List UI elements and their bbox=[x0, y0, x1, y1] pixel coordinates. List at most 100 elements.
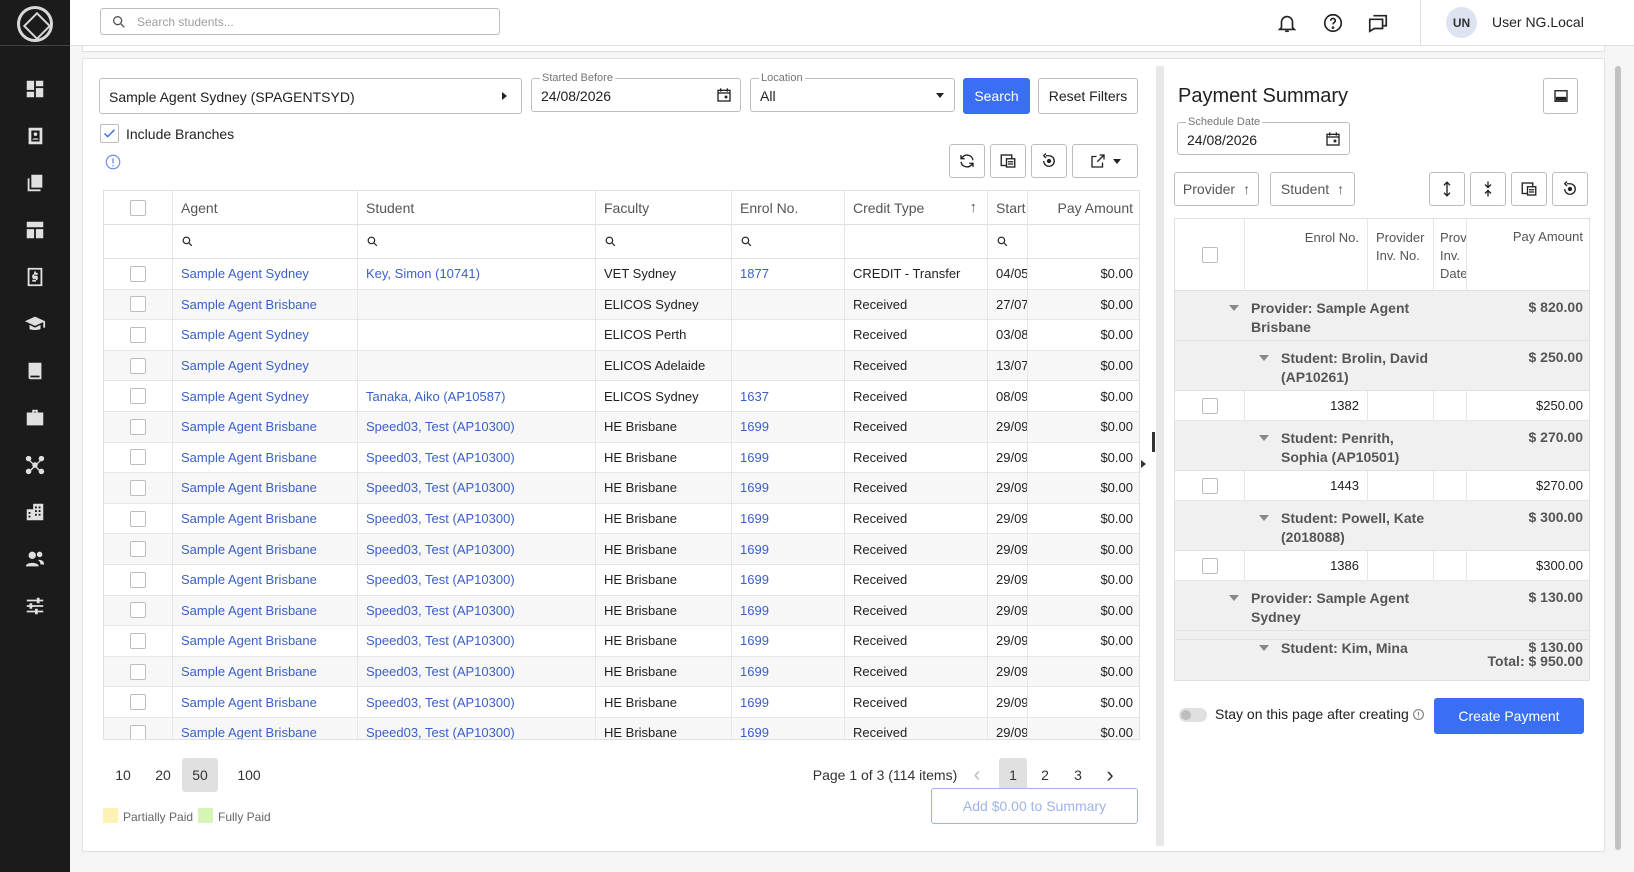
table-row[interactable]: Sample Agent Brisbane Speed03, Test (AP10… bbox=[104, 412, 1139, 443]
cell-enrol-no[interactable] bbox=[732, 350, 845, 381]
dashboard-icon[interactable] bbox=[18, 72, 52, 106]
table-row[interactable]: Sample Agent Brisbane Speed03, Test (AP10… bbox=[104, 656, 1139, 688]
cell-agent[interactable]: Sample Agent Brisbane bbox=[173, 473, 358, 503]
caret-down-icon[interactable] bbox=[1229, 595, 1239, 601]
stay-on-page-toggle[interactable] bbox=[1179, 708, 1207, 722]
network-icon[interactable] bbox=[18, 448, 52, 482]
create-payment-button[interactable]: Create Payment bbox=[1434, 698, 1584, 734]
cell-agent[interactable]: Sample Agent Sydney bbox=[173, 381, 358, 411]
group-chip-provider[interactable]: Provider ↑ bbox=[1174, 172, 1259, 206]
caret-down-icon[interactable] bbox=[1259, 355, 1269, 361]
row-checkbox[interactable] bbox=[130, 663, 146, 680]
col-start[interactable]: Start bbox=[988, 191, 1028, 224]
row-checkbox[interactable] bbox=[130, 602, 146, 619]
student-search[interactable] bbox=[100, 8, 500, 35]
row-checkbox[interactable] bbox=[130, 541, 146, 558]
provider-group-row[interactable]: Provider: Sample Agent Sydney $ 130.00 bbox=[1175, 581, 1589, 631]
row-checkbox[interactable] bbox=[130, 388, 146, 405]
caret-down-icon[interactable] bbox=[1259, 515, 1269, 521]
row-checkbox[interactable] bbox=[130, 632, 146, 649]
filter-student[interactable] bbox=[358, 225, 596, 258]
cell-agent[interactable]: Sample Agent Sydney bbox=[173, 320, 358, 350]
cell-enrol-no[interactable] bbox=[732, 289, 845, 320]
cell-agent[interactable]: Sample Agent Sydney bbox=[173, 350, 358, 381]
page-number[interactable]: 1 bbox=[999, 758, 1027, 792]
table-row[interactable]: Sample Agent Brisbane Speed03, Test (AP10… bbox=[104, 442, 1139, 474]
collapse-all-button[interactable] bbox=[1470, 172, 1506, 206]
summary-reset-layout-button[interactable] bbox=[1552, 172, 1588, 206]
cell-enrol-no[interactable]: 1699 bbox=[732, 412, 845, 442]
student-group-row[interactable]: Student: Brolin, David (AP10261) $ 250.00 bbox=[1175, 341, 1589, 391]
page-size-option[interactable]: 100 bbox=[225, 758, 273, 792]
row-checkbox[interactable] bbox=[130, 571, 146, 588]
username[interactable]: User NG.Local bbox=[1492, 14, 1584, 30]
row-checkbox[interactable] bbox=[130, 296, 146, 313]
prev-page-icon[interactable]: ‹ bbox=[967, 758, 987, 792]
cell-student[interactable]: Speed03, Test (AP10300) bbox=[358, 656, 596, 687]
started-before-field[interactable]: Started Before 24/08/2026 bbox=[531, 72, 741, 112]
bell-icon[interactable] bbox=[1276, 12, 1298, 34]
calendar-icon[interactable] bbox=[716, 87, 732, 103]
include-branches-checkbox[interactable] bbox=[100, 124, 119, 143]
refresh-button[interactable] bbox=[949, 144, 985, 178]
row-checkbox[interactable] bbox=[130, 724, 146, 739]
table-row[interactable]: Sample Agent Brisbane Speed03, Test (AP10… bbox=[104, 473, 1139, 504]
school-icon[interactable] bbox=[18, 307, 52, 341]
page-size-option[interactable]: 20 bbox=[148, 758, 178, 792]
caret-down-icon[interactable] bbox=[1259, 435, 1269, 441]
expand-all-button[interactable] bbox=[1429, 172, 1465, 206]
cell-enrol-no[interactable]: 1699 bbox=[732, 687, 845, 717]
table-row[interactable]: Sample Agent Brisbane Speed03, Test (AP10… bbox=[104, 595, 1139, 627]
info-icon[interactable] bbox=[1412, 708, 1425, 721]
column-chooser-button[interactable] bbox=[990, 144, 1026, 178]
summary-col-pay-amount[interactable]: Pay Amount bbox=[1467, 219, 1589, 290]
expand-right-icon[interactable] bbox=[1141, 460, 1146, 468]
next-page-icon[interactable]: › bbox=[1100, 758, 1120, 792]
filter-enrol-no[interactable] bbox=[732, 225, 845, 258]
col-credit-type[interactable]: Credit Type ↑ bbox=[845, 191, 988, 224]
table-row[interactable]: Sample Agent Sydney ELICOS Adelaide Receiv… bbox=[104, 350, 1139, 382]
student-search-input[interactable] bbox=[137, 14, 477, 29]
cell-enrol-no[interactable]: 1699 bbox=[732, 718, 845, 739]
table-row[interactable]: Sample Agent Sydney Tanaka, Aiko (AP10587… bbox=[104, 381, 1139, 412]
row-checkbox[interactable] bbox=[130, 449, 146, 466]
agent-select[interactable]: Sample Agent Sydney (SPAGENTSYD) bbox=[99, 78, 522, 114]
summary-column-chooser-button[interactable] bbox=[1511, 172, 1547, 206]
cell-student[interactable]: Speed03, Test (AP10300) bbox=[358, 626, 596, 656]
row-checkbox[interactable] bbox=[130, 265, 146, 282]
col-student[interactable]: Student bbox=[358, 191, 596, 224]
row-checkbox[interactable] bbox=[130, 357, 146, 374]
cell-student[interactable]: Speed03, Test (AP10300) bbox=[358, 687, 596, 717]
cell-enrol-no[interactable]: 1699 bbox=[732, 565, 845, 595]
cell-student[interactable]: Speed03, Test (AP10300) bbox=[358, 718, 596, 739]
row-checkbox[interactable] bbox=[130, 510, 146, 527]
chat-icon[interactable] bbox=[1367, 12, 1389, 34]
page-number[interactable]: 2 bbox=[1031, 758, 1059, 792]
cell-agent[interactable]: Sample Agent Brisbane bbox=[173, 626, 358, 656]
cell-enrol-no[interactable]: 1699 bbox=[732, 442, 845, 473]
summary-row-checkbox[interactable] bbox=[1201, 397, 1218, 414]
filter-faculty[interactable] bbox=[596, 225, 732, 258]
table-row[interactable]: Sample Agent Brisbane Speed03, Test (AP10… bbox=[104, 534, 1139, 565]
cell-enrol-no[interactable]: 1699 bbox=[732, 473, 845, 503]
cell-student[interactable]: Speed03, Test (AP10300) bbox=[358, 534, 596, 564]
splitter-handle[interactable] bbox=[1152, 432, 1155, 452]
summary-select-all-checkbox[interactable] bbox=[1201, 246, 1218, 263]
cell-agent[interactable]: Sample Agent Brisbane bbox=[173, 442, 358, 473]
calendar-icon[interactable] bbox=[1325, 131, 1341, 147]
row-checkbox[interactable] bbox=[130, 326, 146, 343]
reset-layout-button[interactable] bbox=[1031, 144, 1067, 178]
briefcase-icon[interactable] bbox=[18, 401, 52, 435]
cell-enrol-no[interactable]: 1699 bbox=[732, 534, 845, 564]
page-number[interactable]: 3 bbox=[1064, 758, 1092, 792]
caret-down-icon[interactable] bbox=[1229, 305, 1239, 311]
select-all-checkbox[interactable] bbox=[130, 199, 146, 216]
summary-col-prov-inv-date[interactable]: Prov Inv. Date bbox=[1434, 219, 1467, 290]
summary-item-row[interactable]: 1443 $270.00 bbox=[1175, 471, 1589, 501]
cell-student[interactable] bbox=[358, 320, 596, 350]
cell-agent[interactable]: Sample Agent Brisbane bbox=[173, 503, 358, 534]
schedule-date-field[interactable]: Schedule Date 24/08/2026 bbox=[1177, 116, 1350, 155]
add-to-summary-button[interactable]: Add $0.00 to Summary bbox=[931, 788, 1138, 824]
help-icon[interactable] bbox=[1322, 12, 1344, 34]
cell-student[interactable]: Speed03, Test (AP10300) bbox=[358, 473, 596, 503]
